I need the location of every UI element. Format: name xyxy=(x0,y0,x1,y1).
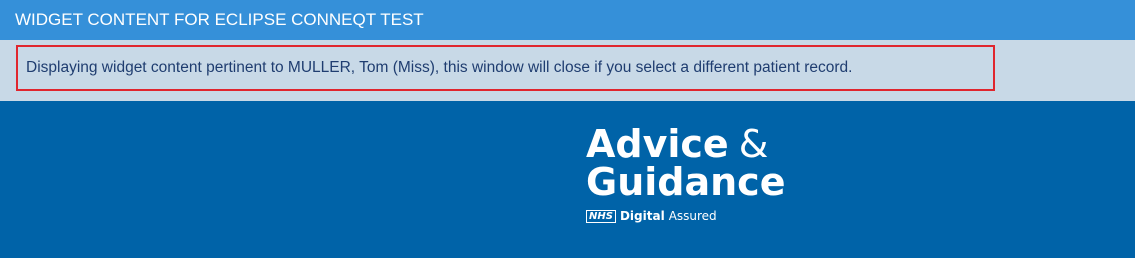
window-title: WIDGET CONTENT FOR ECLIPSE CONNEQT TEST xyxy=(15,10,424,29)
patient-notice: Displaying widget content pertinent to M… xyxy=(16,45,995,91)
logo-line-1: Advice & xyxy=(586,125,785,163)
widget-window: WIDGET CONTENT FOR ECLIPSE CONNEQT TEST … xyxy=(0,0,1135,258)
logo-line-2: Guidance xyxy=(586,163,785,201)
nhs-badge-icon: NHS xyxy=(586,209,616,223)
widget-content: Advice & Guidance NHS Digital Assured xyxy=(0,101,1135,258)
advice-guidance-logo: Advice & Guidance NHS Digital Assured xyxy=(586,125,785,223)
nhs-digital-assured: NHS Digital Assured xyxy=(586,209,785,223)
patient-notice-text: Displaying widget content pertinent to M… xyxy=(26,59,853,76)
window-titlebar: WIDGET CONTENT FOR ECLIPSE CONNEQT TEST xyxy=(0,0,1135,40)
assured-label: Assured xyxy=(668,209,717,223)
info-band: Displaying widget content pertinent to M… xyxy=(0,40,1135,101)
digital-label: Digital xyxy=(619,209,665,223)
logo-guidance: Guidance xyxy=(586,160,786,204)
